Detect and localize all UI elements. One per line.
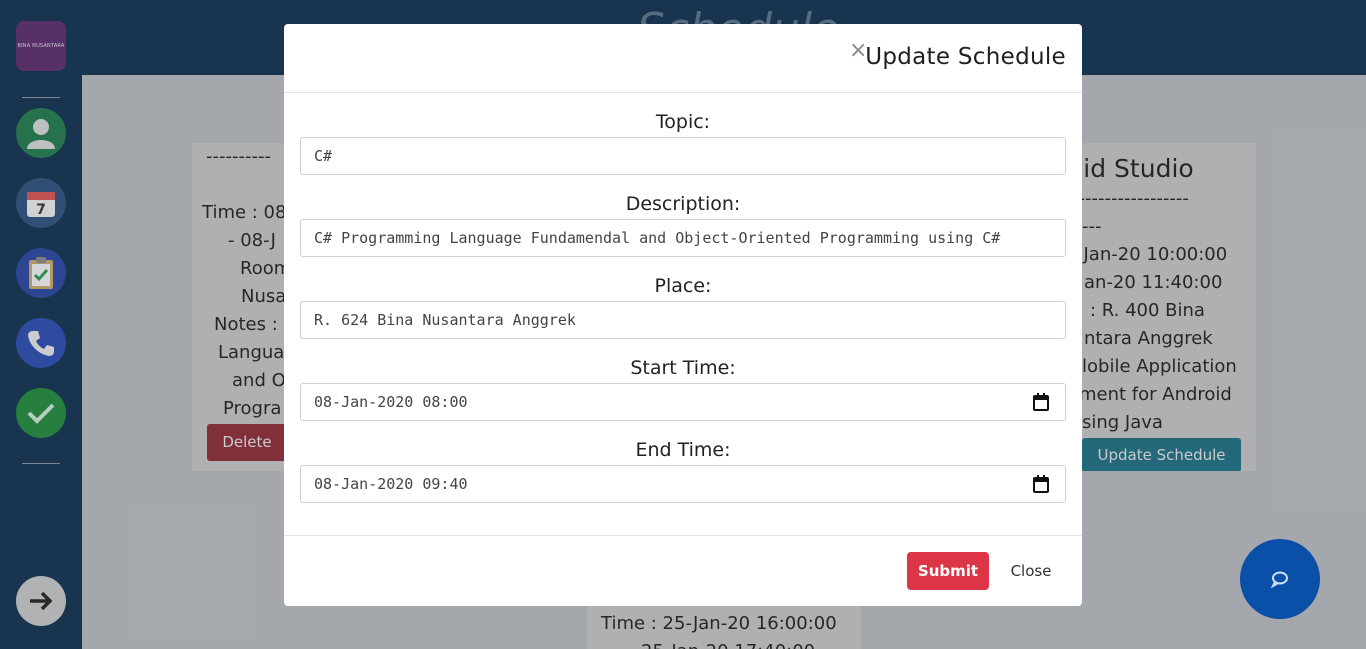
description-input[interactable]: C# Programming Language Fundamendal and …: [300, 219, 1066, 257]
place-label: Place:: [654, 275, 712, 297]
start-time-input[interactable]: 08-Jan-2020 08:00: [300, 383, 1066, 421]
chat-bubble-icon: [1270, 571, 1288, 588]
modal-footer: Submit Close: [284, 535, 1082, 606]
end-time-value: 08-Jan-2020 09:40: [314, 475, 468, 493]
modal-title: Update Schedule: [865, 44, 1066, 70]
place-input[interactable]: R. 624 Bina Nusantara Anggrek: [300, 301, 1066, 339]
end-time-input[interactable]: 08-Jan-2020 09:40: [300, 465, 1066, 503]
end-time-label: End Time:: [635, 439, 731, 461]
calendar-picker-icon[interactable]: [1033, 475, 1049, 493]
modal-header: × Update Schedule: [284, 24, 1082, 93]
start-time-value: 08-Jan-2020 08:00: [314, 393, 468, 411]
close-button[interactable]: Close: [1000, 552, 1062, 590]
description-label: Description:: [625, 193, 741, 215]
update-schedule-modal: × Update Schedule Topic: C# Description:…: [284, 24, 1082, 606]
topic-label: Topic:: [655, 111, 711, 133]
topic-input[interactable]: C#: [300, 137, 1066, 175]
calendar-picker-icon[interactable]: [1033, 393, 1049, 411]
start-time-label: Start Time:: [630, 357, 736, 379]
submit-button[interactable]: Submit: [907, 552, 989, 590]
chat-button[interactable]: [1240, 539, 1320, 619]
